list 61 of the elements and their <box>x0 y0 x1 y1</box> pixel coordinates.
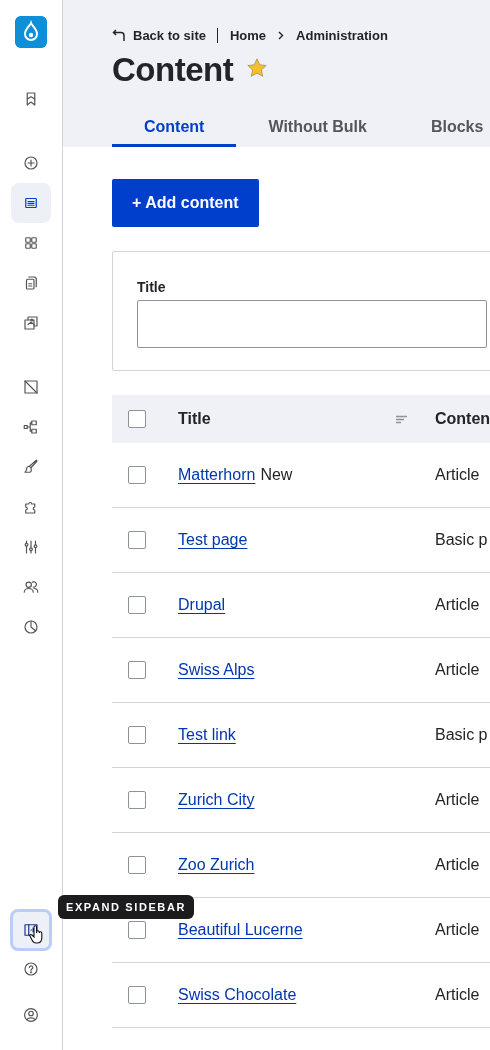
table-cell: Basic p <box>435 726 488 743</box>
diagonal-square-icon <box>22 378 40 396</box>
page-title: Content <box>112 51 234 89</box>
chevron-icon <box>278 30 285 40</box>
star-icon[interactable] <box>246 57 269 79</box>
plus-circle-icon <box>22 154 40 172</box>
table-cell: Article <box>435 986 480 1003</box>
checkbox[interactable] <box>128 410 146 428</box>
tab[interactable]: Without Bulk <box>236 109 399 147</box>
checkbox[interactable] <box>128 791 146 809</box>
checkbox[interactable] <box>128 921 146 939</box>
images-icon <box>22 314 40 332</box>
title-link[interactable]: Zoo Zurich <box>178 856 255 873</box>
back-arrow-icon <box>112 28 126 42</box>
new-label: New <box>260 466 293 483</box>
checkbox[interactable] <box>128 661 146 679</box>
table-cell: Article <box>435 856 480 873</box>
tab[interactable]: Blocks <box>398 109 490 147</box>
field-label: Title <box>137 279 167 295</box>
back-link[interactable]: Back to site <box>112 27 218 43</box>
brush-icon <box>22 458 40 476</box>
table-cell: Article <box>435 596 480 613</box>
title-link[interactable]: Test link <box>178 726 236 743</box>
title-link[interactable]: Beautiful Lucerne <box>178 921 303 938</box>
table-cell: Article <box>435 466 480 483</box>
sidebar-item[interactable] <box>10 909 52 951</box>
breadcrumb-link[interactable]: Home <box>230 27 267 43</box>
user-icon <box>22 1006 40 1024</box>
table-cell: Article <box>435 921 480 938</box>
sliders-icon <box>22 538 40 556</box>
checkbox[interactable] <box>128 466 146 484</box>
table-cell: Article <box>435 661 480 678</box>
checkbox[interactable] <box>128 531 146 549</box>
logo-icon[interactable] <box>15 16 47 48</box>
add-content-button[interactable]: + Add content <box>112 179 259 227</box>
sidebar-item[interactable] <box>11 183 51 223</box>
checkbox[interactable] <box>128 726 146 744</box>
breadcrumb-link[interactable]: Administration <box>296 27 388 43</box>
title-link[interactable]: Swiss Chocolate <box>178 986 297 1003</box>
title-link[interactable]: Test page <box>178 531 248 548</box>
tab[interactable]: Content <box>112 109 237 147</box>
checkbox[interactable] <box>128 596 146 614</box>
table-cell: Basic p <box>435 531 488 548</box>
column-header[interactable]: Title <box>178 410 211 428</box>
hand-cursor-icon <box>29 924 45 944</box>
title-link[interactable]: Swiss Alps <box>178 661 255 678</box>
title-link[interactable]: Zurich City <box>178 791 255 808</box>
title-link[interactable]: Drupal <box>178 596 226 613</box>
checkbox[interactable] <box>128 856 146 874</box>
title-link[interactable]: Matterhorn <box>178 466 256 483</box>
checkbox[interactable] <box>128 986 146 1004</box>
hierarchy-icon <box>22 418 40 436</box>
expand-sidebar-icon <box>22 921 40 939</box>
grid-icon <box>22 234 40 252</box>
title-input-field[interactable] <box>137 300 487 348</box>
table-cell: Article <box>435 791 480 808</box>
users-icon <box>22 578 40 596</box>
help-icon <box>22 960 40 978</box>
pie-chart-icon <box>22 618 40 636</box>
tooltip: EXPAND SIDEBAR <box>58 895 194 919</box>
sort-icon[interactable] <box>396 414 407 424</box>
